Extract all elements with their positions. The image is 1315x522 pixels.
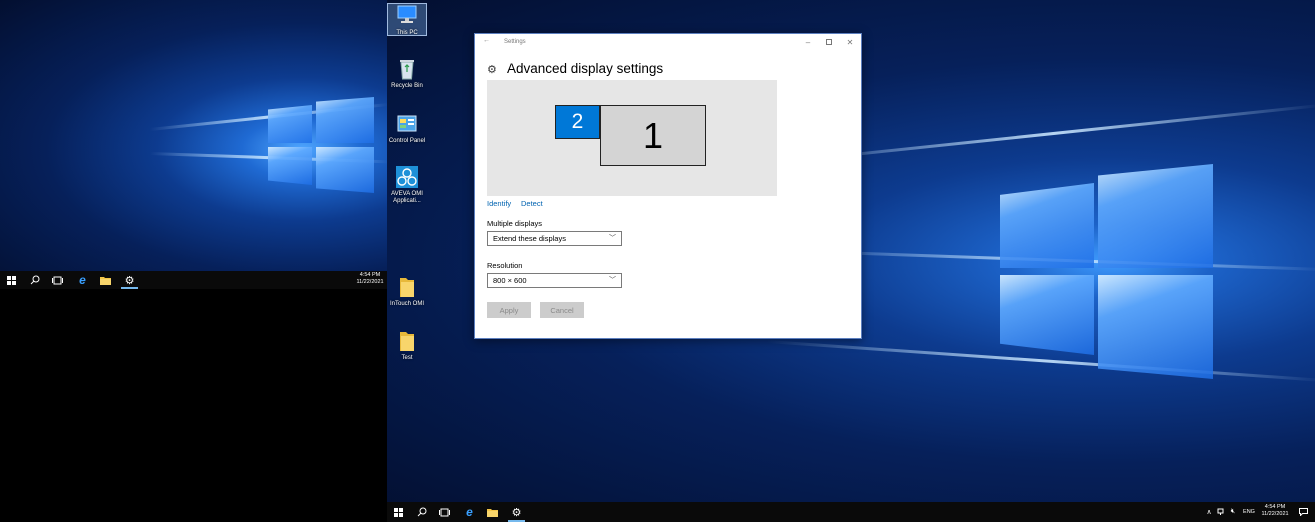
desktop-icon-label: This PC xyxy=(396,30,418,36)
multiple-displays-dropdown[interactable]: Extend these displays ﹀ xyxy=(487,231,622,246)
desktop-icon-recycle-bin[interactable]: Recycle Bin xyxy=(387,57,427,90)
windows-start-icon xyxy=(7,275,16,285)
volume-muted-icon: 🔇︎ xyxy=(1230,508,1236,515)
clock-date: 11/22/2021 xyxy=(356,279,384,285)
gear-icon: ⚙ xyxy=(487,64,497,76)
windows-logo-pane xyxy=(268,105,312,143)
gear-icon: ⚙ xyxy=(124,274,135,287)
dropdown-value: 800 × 600 xyxy=(493,276,527,285)
monitor-1[interactable]: 1 xyxy=(600,105,706,166)
search-button[interactable] xyxy=(410,502,433,522)
clock-date: 11/22/2021 xyxy=(1261,511,1289,517)
start-button[interactable] xyxy=(387,502,410,522)
search-icon xyxy=(417,507,426,517)
identify-link[interactable]: Identify xyxy=(487,199,511,208)
dropdown-value: Extend these displays xyxy=(493,234,566,243)
minimize-icon: – xyxy=(805,37,811,47)
settings-taskbar-button[interactable]: ⚙ xyxy=(118,271,141,289)
file-explorer-button[interactable] xyxy=(481,502,504,522)
monitor-number: 2 xyxy=(571,110,584,133)
windows-logo-pane xyxy=(1098,164,1213,268)
maximize-icon xyxy=(826,39,832,45)
close-button[interactable]: ✕ xyxy=(839,34,861,50)
monitor-icon xyxy=(395,4,419,28)
aveva-omi-icon xyxy=(395,165,419,189)
folder-icon xyxy=(487,508,498,517)
task-view-button[interactable] xyxy=(46,271,69,289)
recycle-bin-icon xyxy=(395,57,419,81)
desktop-icon-test[interactable]: Test xyxy=(387,329,427,362)
clock-time: 4:54 PM xyxy=(359,272,381,278)
windows-start-icon xyxy=(394,507,403,517)
maximize-button[interactable] xyxy=(818,34,840,50)
cancel-button[interactable]: Cancel xyxy=(540,302,584,318)
window-title: Settings xyxy=(504,39,526,45)
internet-explorer-icon: e xyxy=(79,273,86,287)
left-taskbar: e ⚙ 4:54 PM 11/22/2021 xyxy=(0,271,387,289)
resolution-dropdown[interactable]: 800 × 600 ﹀ xyxy=(487,273,622,288)
desktop-icon-intouch-omi[interactable]: InTouch OMI xyxy=(387,275,427,308)
windows-logo-pane xyxy=(316,147,374,193)
apply-button[interactable]: Apply xyxy=(487,302,531,318)
desktop-icon-aveva-omi[interactable]: AVEVA OMI Applicati... xyxy=(387,165,427,205)
monitor-number: 1 xyxy=(642,114,664,156)
back-arrow-icon[interactable]: ← xyxy=(483,37,490,44)
task-view-icon xyxy=(52,276,63,284)
light-beam xyxy=(786,103,1315,163)
search-icon xyxy=(30,275,39,285)
detect-link[interactable]: Detect xyxy=(521,199,543,208)
monitor-arrangement-area: 1 2 xyxy=(487,80,777,196)
edge-button[interactable]: e xyxy=(71,271,94,289)
monitor-2[interactable]: 2 xyxy=(555,105,600,139)
page-title: Advanced display settings xyxy=(507,61,664,76)
main-taskbar-clock[interactable]: 4:54 PM 11/22/2021 xyxy=(1257,504,1293,518)
main-taskbar: e ⚙ ∧ 🔇︎ ENG 4:54 PM 11/22/2021 xyxy=(387,502,1315,522)
resolution-label: Resolution xyxy=(487,261,523,270)
chevron-down-icon: ﹀ xyxy=(609,235,616,242)
file-explorer-button[interactable] xyxy=(94,271,117,289)
desktop-icon-label: InTouch OMI xyxy=(389,301,424,307)
folder-icon xyxy=(395,329,419,353)
chevron-up-icon: ∧ xyxy=(1206,509,1212,516)
control-panel-icon xyxy=(395,112,419,136)
windows-logo-pane xyxy=(1098,275,1213,379)
chevron-down-icon: ﹀ xyxy=(609,277,616,284)
windows-logo-pane xyxy=(1000,275,1094,355)
left-taskbar-clock[interactable]: 4:54 PM 11/22/2021 xyxy=(352,272,388,286)
folder-icon xyxy=(395,275,419,299)
notification-icon xyxy=(1298,508,1308,516)
clock-time: 4:54 PM xyxy=(1264,504,1286,510)
network-tray-button[interactable] xyxy=(1215,502,1227,522)
settings-title-bar: ← Settings – ✕ xyxy=(475,34,861,50)
minimize-button[interactable]: – xyxy=(797,34,819,50)
volume-tray-button[interactable]: 🔇︎ xyxy=(1227,502,1239,522)
action-center-button[interactable] xyxy=(1293,502,1313,522)
internet-explorer-icon: e xyxy=(466,505,473,519)
desktop-icon-label: Recycle Bin xyxy=(391,83,423,89)
folder-icon xyxy=(100,276,111,285)
language-label: ENG xyxy=(1243,509,1255,515)
network-icon xyxy=(1217,508,1223,515)
desktop-icon-this-pc[interactable]: This PC xyxy=(387,3,427,36)
start-button[interactable] xyxy=(0,271,23,289)
desktop-icon-control-panel[interactable]: Control Panel xyxy=(387,112,427,145)
desktop-icon-label: AVEVA OMI Applicati... xyxy=(391,191,423,204)
desktop-icon-label: Test xyxy=(401,355,413,361)
settings-window: ← Settings – ✕ ⚙ Advanced display settin… xyxy=(474,33,862,339)
gear-icon: ⚙ xyxy=(511,506,522,519)
settings-taskbar-button[interactable]: ⚙ xyxy=(505,502,528,522)
close-icon: ✕ xyxy=(846,37,854,47)
language-indicator[interactable]: ENG xyxy=(1240,502,1258,522)
task-view-button[interactable] xyxy=(433,502,456,522)
show-hidden-icons-button[interactable]: ∧ xyxy=(1203,502,1215,522)
left-monitor-wallpaper xyxy=(0,0,387,271)
windows-logo-pane xyxy=(268,147,312,185)
search-button[interactable] xyxy=(23,271,46,289)
windows-logo-pane xyxy=(1000,183,1094,268)
task-view-icon xyxy=(439,508,450,516)
desktop-icon-label: Control Panel xyxy=(388,138,426,144)
multiple-displays-label: Multiple displays xyxy=(487,219,543,228)
windows-logo-pane xyxy=(316,97,374,143)
edge-button[interactable]: e xyxy=(458,502,481,522)
